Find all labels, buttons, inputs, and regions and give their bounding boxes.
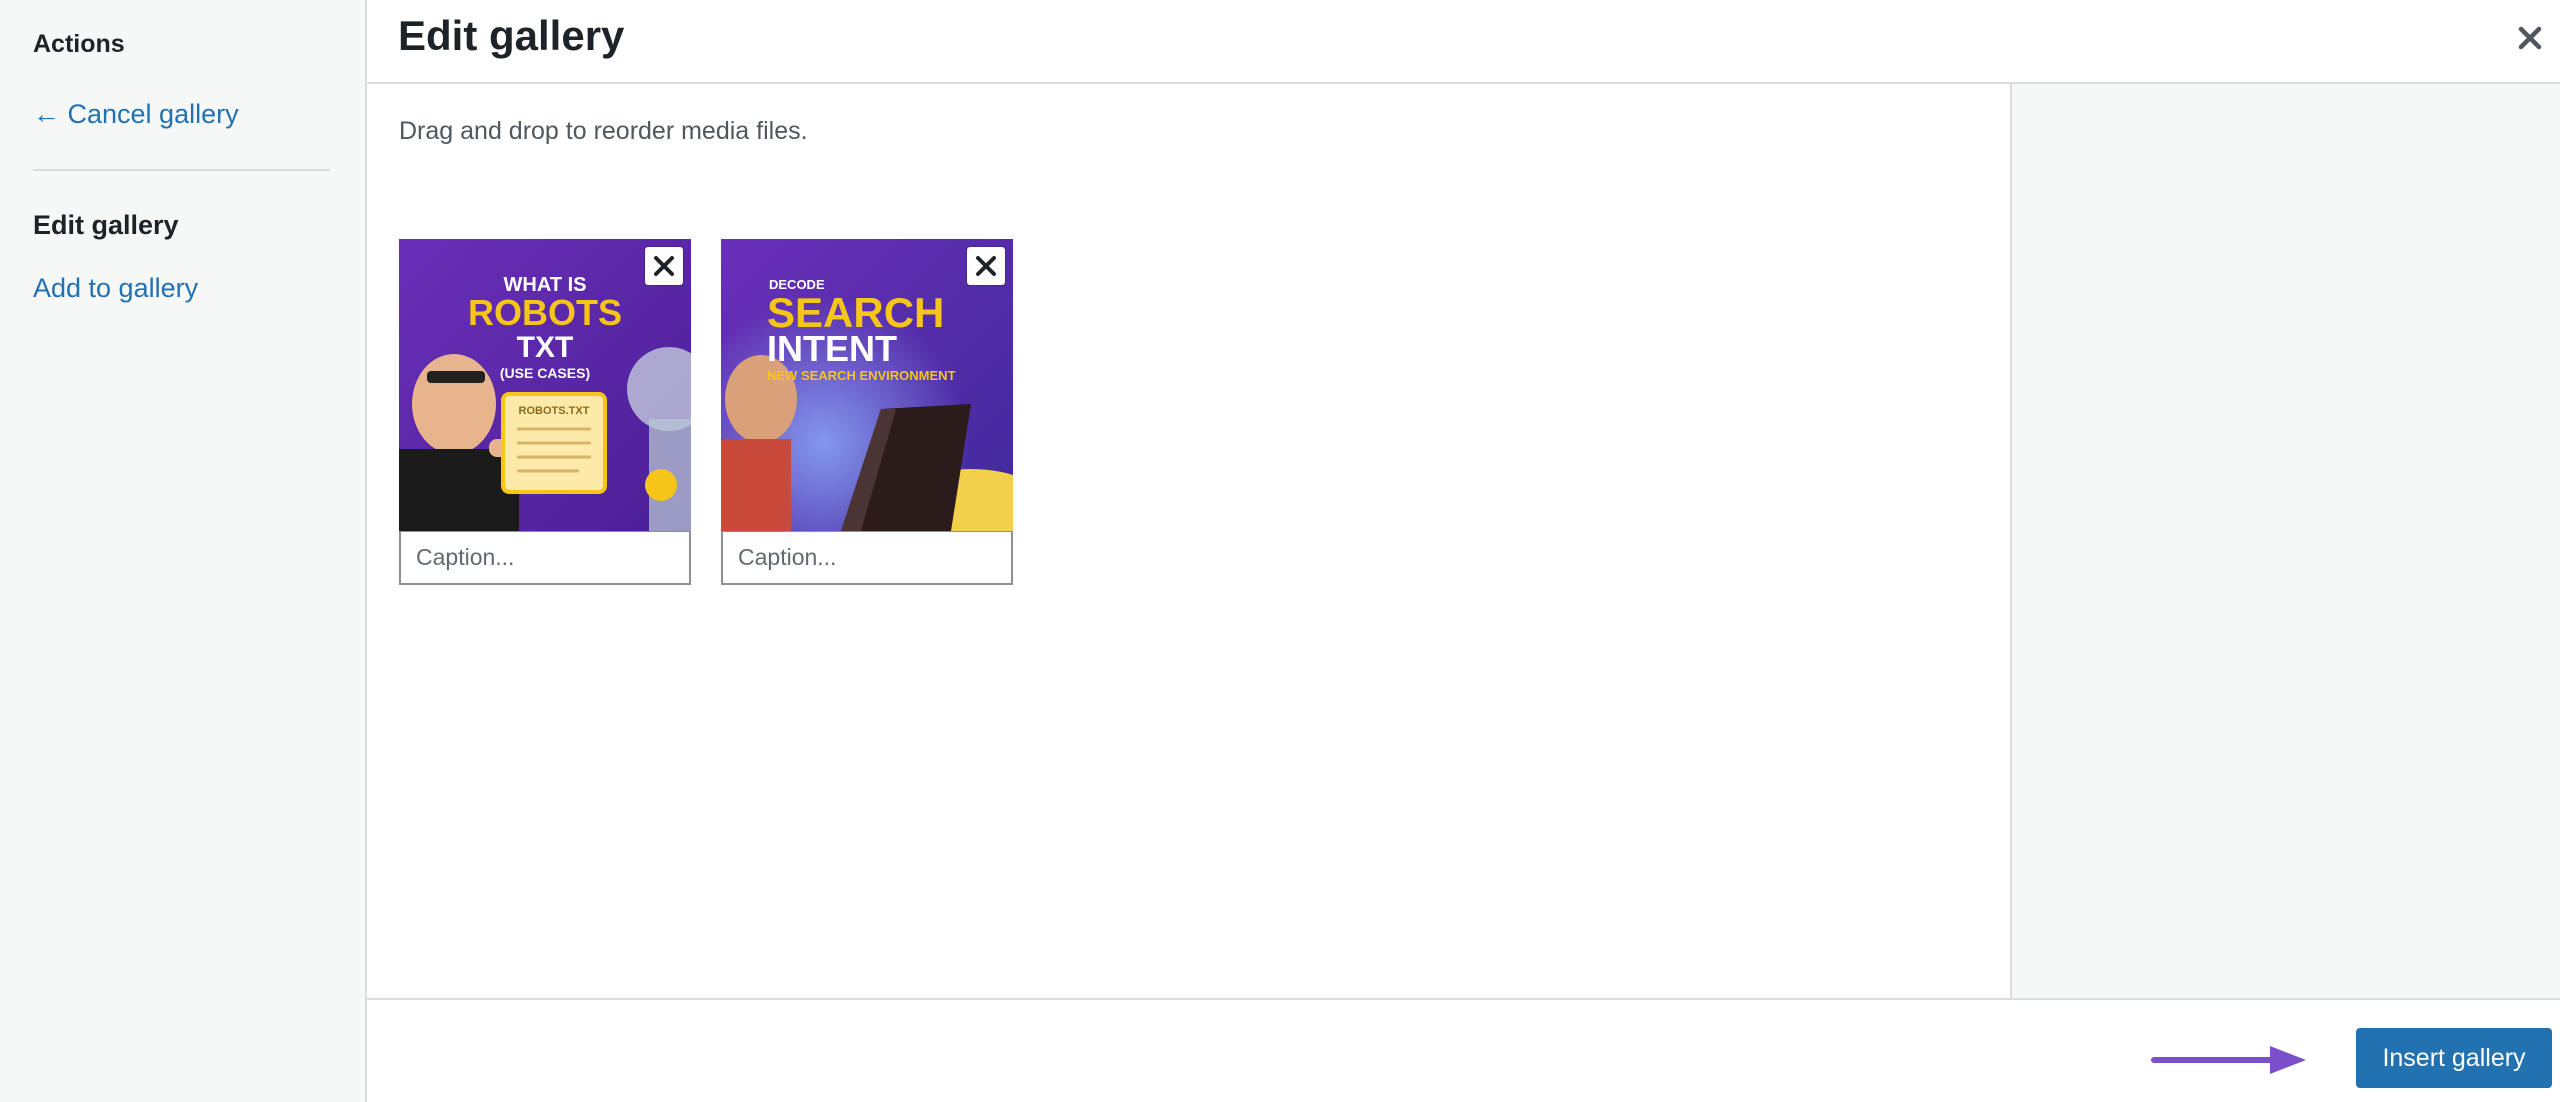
sidebar-item-edit-gallery[interactable]: Edit gallery (33, 210, 179, 241)
close-icon (2518, 26, 2542, 50)
page-title: Edit gallery (398, 12, 625, 59)
insert-gallery-button[interactable]: Insert gallery (2356, 1028, 2552, 1088)
remove-item-button[interactable] (645, 247, 683, 285)
modal-toolbar: Insert gallery (367, 998, 2560, 1102)
close-icon (654, 256, 674, 276)
arrow-right-icon (2151, 1046, 2306, 1074)
gallery-edit-area: Drag and drop to reorder media files. WH… (367, 84, 2010, 998)
thumb-line: INTENT (767, 328, 897, 369)
thumb-card-label: ROBOTS.TXT (519, 405, 590, 417)
cancel-gallery-link[interactable]: ← Cancel gallery (33, 99, 239, 130)
thumb-line: TXT (517, 331, 574, 364)
gallery-item[interactable]: WHAT IS ROBOTS TXT (USE CASES) ROBOTS.TX… (399, 239, 691, 585)
gallery-settings-panel (2010, 84, 2560, 998)
remove-item-button[interactable] (967, 247, 1005, 285)
thumbnail-image[interactable]: DECODE SEARCH INTENT NEW SEARCH ENVIRONM… (721, 239, 1013, 531)
caption-input[interactable] (721, 531, 1013, 585)
media-menu-sidebar: Actions ← Cancel gallery Edit gallery Ad… (0, 0, 367, 1102)
close-button[interactable] (2510, 18, 2550, 58)
thumb-line: ROBOTS (468, 292, 622, 333)
modal-header: Edit gallery (367, 0, 2560, 84)
thumb-line: (USE CASES) (500, 365, 590, 381)
close-icon (976, 256, 996, 276)
actions-heading: Actions (33, 30, 125, 58)
add-to-gallery-link[interactable]: Add to gallery (33, 273, 198, 304)
instruction-text: Drag and drop to reorder media files. (399, 117, 808, 145)
gallery-item[interactable]: DECODE SEARCH INTENT NEW SEARCH ENVIRONM… (721, 239, 1013, 585)
caption-input[interactable] (399, 531, 691, 585)
sidebar-divider (33, 169, 330, 171)
thumbnail-image[interactable]: WHAT IS ROBOTS TXT (USE CASES) ROBOTS.TX… (399, 239, 691, 531)
thumb-line: NEW SEARCH ENVIRONMENT (767, 368, 956, 383)
